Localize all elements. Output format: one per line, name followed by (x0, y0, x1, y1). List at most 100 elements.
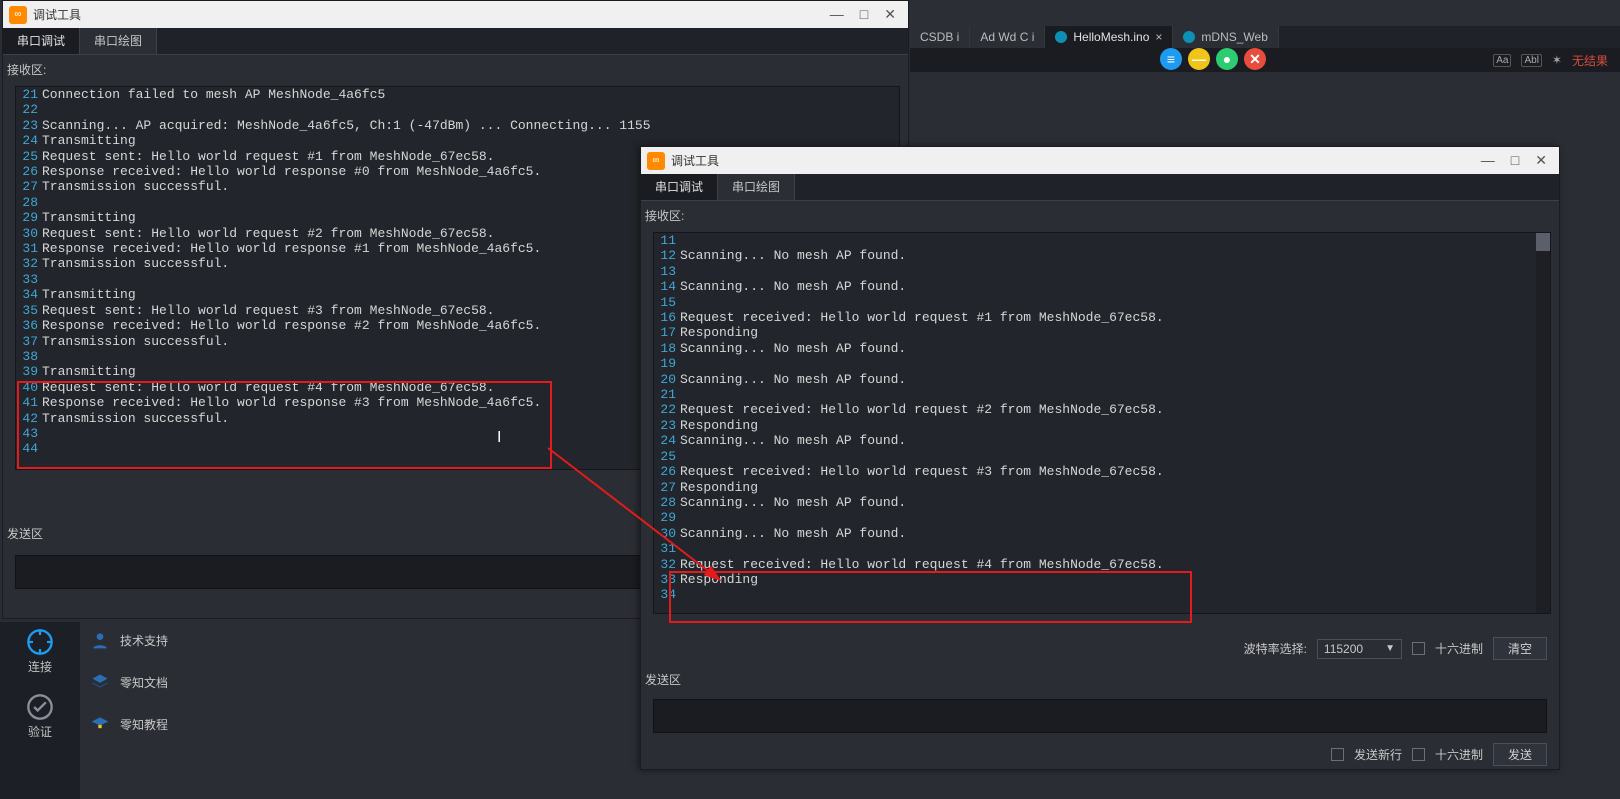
titlebar[interactable]: ∞ 调试工具 — □ ✕ (641, 147, 1559, 174)
editor-tab-strip: CSDB i Ad Wd C i HelloMesh.ino× mDNS_Web (910, 26, 1620, 48)
tab-serial-plot[interactable]: 串口绘图 (718, 174, 795, 200)
hex-send-label: 十六进制 (1435, 746, 1483, 763)
side-link-tutorial[interactable]: 零知教程 (90, 714, 168, 734)
baud-select[interactable]: 115200▼ (1317, 639, 1402, 659)
terminal-row: 14Scanning... No mesh AP found. (654, 279, 1550, 294)
sidebar-label: 连接 (28, 658, 52, 675)
send-row: 发送新行 十六进制 发送 (1331, 743, 1547, 766)
line-number: 26 (654, 464, 680, 479)
side-link-label: 零知文档 (120, 674, 168, 691)
clear-button[interactable]: 清空 (1493, 637, 1547, 660)
line-number: 23 (654, 418, 680, 433)
match-case-toggle[interactable]: Aa (1493, 54, 1511, 67)
line-number: 14 (654, 279, 680, 294)
line-number: 27 (16, 179, 42, 194)
find-no-results: 无结果 (1572, 52, 1608, 69)
line-number: 19 (654, 356, 680, 371)
baud-row: 波特率选择: 115200▼ 十六进制 清空 (1244, 637, 1547, 660)
tab-serial-plot[interactable]: 串口绘图 (80, 28, 157, 54)
minimize-icon[interactable]: — (824, 6, 850, 23)
terminal-row: 27Responding (654, 480, 1550, 495)
tab-label: mDNS_Web (1201, 30, 1267, 44)
receive-terminal[interactable]: 1112Scanning... No mesh AP found.1314Sca… (653, 232, 1551, 614)
line-text: Request received: Hello world request #2… (680, 402, 1550, 417)
line-number: 28 (16, 195, 42, 210)
maximize-icon[interactable]: □ (854, 6, 874, 23)
side-link-support[interactable]: 技术支持 (90, 630, 168, 650)
line-number: 28 (654, 495, 680, 510)
app-icon: ∞ (9, 6, 27, 24)
side-link-label: 技术支持 (120, 632, 168, 649)
close-circle-icon[interactable]: ✕ (1244, 48, 1266, 70)
terminal-row: 23Scanning... AP acquired: MeshNode_4a6f… (16, 118, 899, 133)
sidebar-item-verify[interactable]: 验证 (26, 693, 54, 740)
minimize-circle-icon[interactable]: — (1188, 48, 1210, 70)
line-text: Request received: Hello world request #1… (680, 310, 1550, 325)
line-number: 35 (16, 303, 42, 318)
side-link-docs[interactable]: 零知文档 (90, 672, 168, 692)
scrollbar-thumb[interactable] (1536, 233, 1550, 251)
titlebar[interactable]: ∞ 调试工具 — □ ✕ (3, 1, 908, 28)
line-number: 13 (654, 264, 680, 279)
terminal-row: 28Scanning... No mesh AP found. (654, 495, 1550, 510)
terminal-row: 13 (654, 264, 1550, 279)
left-sidebar: 连接 验证 (0, 622, 80, 799)
line-text: Responding (680, 572, 1550, 587)
terminal-row: 25 (654, 449, 1550, 464)
line-number: 25 (16, 149, 42, 164)
close-icon[interactable]: ✕ (1529, 152, 1553, 169)
line-text: Scanning... No mesh AP found. (680, 248, 1550, 263)
side-link-list: 技术支持 零知文档 零知教程 (90, 630, 168, 734)
tab-serial-debug[interactable]: 串口调试 (3, 28, 80, 54)
tab-bar: 串口调试 串口绘图 (641, 174, 1559, 201)
tab-serial-debug[interactable]: 串口调试 (641, 174, 718, 200)
terminal-row: 21 (654, 387, 1550, 402)
maximize-icon[interactable]: □ (1505, 152, 1525, 169)
line-number: 25 (654, 449, 680, 464)
line-number: 33 (654, 572, 680, 587)
terminal-row: 19 (654, 356, 1550, 371)
line-number: 22 (16, 102, 42, 117)
debug-tool-window-2: ∞ 调试工具 — □ ✕ 串口调试 串口绘图 接收区: 1112Scanning… (640, 146, 1560, 770)
line-number: 33 (16, 272, 42, 287)
terminal-row: 23Responding (654, 418, 1550, 433)
line-text: Scanning... No mesh AP found. (680, 433, 1550, 448)
line-number: 29 (654, 510, 680, 525)
hex-send-checkbox[interactable] (1412, 748, 1425, 761)
line-number: 31 (16, 241, 42, 256)
scrollbar-track[interactable] (1536, 233, 1550, 613)
terminal-row: 32Request received: Hello world request … (654, 557, 1550, 572)
line-text: Scanning... AP acquired: MeshNode_4a6fc5… (42, 118, 899, 133)
line-text (680, 264, 1550, 279)
person-icon (90, 630, 110, 650)
editor-tab[interactable]: Ad Wd C i (970, 26, 1045, 48)
regex-toggle[interactable]: ✶ (1552, 53, 1562, 67)
line-text: Request received: Hello world request #3… (680, 464, 1550, 479)
hex-checkbox[interactable] (1412, 642, 1425, 655)
whole-word-toggle[interactable]: Abl (1521, 54, 1541, 67)
send-input[interactable] (653, 699, 1547, 733)
close-icon[interactable]: × (1155, 30, 1162, 44)
circle-buttons: ≡ — ● ✕ (1160, 48, 1266, 70)
line-text (680, 356, 1550, 371)
line-number: 15 (654, 295, 680, 310)
sidebar-item-connect[interactable]: 连接 (26, 628, 54, 675)
line-number: 12 (654, 248, 680, 263)
send-button[interactable]: 发送 (1493, 743, 1547, 766)
close-icon[interactable]: ✕ (878, 6, 902, 23)
line-number: 18 (654, 341, 680, 356)
editor-tab-active[interactable]: HelloMesh.ino× (1045, 26, 1173, 48)
terminal-row: 22 (16, 102, 899, 117)
line-text: Scanning... No mesh AP found. (680, 279, 1550, 294)
line-number: 34 (654, 587, 680, 602)
newline-checkbox[interactable] (1331, 748, 1344, 761)
editor-tab[interactable]: mDNS_Web (1173, 26, 1278, 48)
minimize-icon[interactable]: — (1475, 152, 1501, 169)
editor-tab[interactable]: CSDB i (910, 26, 970, 48)
send-label: 发送区 (7, 525, 43, 542)
menu-circle-icon[interactable]: ≡ (1160, 48, 1182, 70)
maximize-circle-icon[interactable]: ● (1216, 48, 1238, 70)
newline-label: 发送新行 (1354, 746, 1402, 763)
side-link-label: 零知教程 (120, 716, 168, 733)
terminal-row: 15 (654, 295, 1550, 310)
